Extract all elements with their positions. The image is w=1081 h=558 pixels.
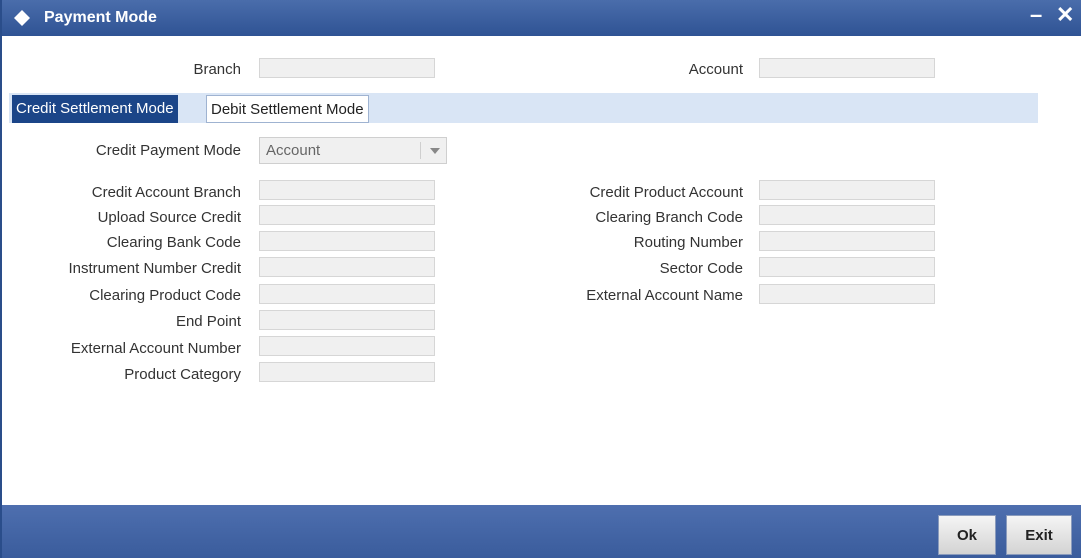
end-point-label: End Point <box>175 313 241 330</box>
clearing-branch-code-input[interactable] <box>759 205 935 225</box>
title-bar: Payment Mode – ✕ <box>2 0 1081 36</box>
credit-payment-mode-value: Account <box>266 142 321 159</box>
clearing-product-code-input[interactable] <box>259 284 435 304</box>
account-label: Account <box>688 61 743 78</box>
end-point-input[interactable] <box>259 310 435 330</box>
clearing-bank-code-input[interactable] <box>259 231 435 251</box>
instrument-number-credit-label: Instrument Number Credit <box>68 260 241 277</box>
external-account-name-label: External Account Name <box>586 287 743 304</box>
product-category-input[interactable] <box>259 362 435 382</box>
tab-credit-settlement-mode[interactable]: Credit Settlement Mode <box>12 95 178 123</box>
routing-number-input[interactable] <box>759 231 935 251</box>
chevron-down-icon <box>430 148 440 154</box>
upload-source-credit-label: Upload Source Credit <box>97 209 241 226</box>
external-account-name-input[interactable] <box>759 284 935 304</box>
footer-bar <box>2 505 1081 558</box>
clearing-branch-code-label: Clearing Branch Code <box>595 209 743 226</box>
instrument-number-credit-input[interactable] <box>259 257 435 277</box>
settlement-tab-bar: Credit Settlement Mode Debit Settlement … <box>9 93 1038 123</box>
product-category-label: Product Category <box>124 366 241 383</box>
tab-debit-settlement-mode[interactable]: Debit Settlement Mode <box>206 95 369 123</box>
account-input[interactable] <box>759 58 935 78</box>
routing-number-label: Routing Number <box>633 234 743 251</box>
minimize-icon[interactable]: – <box>1030 2 1042 28</box>
ok-button[interactable]: Ok <box>938 515 996 555</box>
clearing-bank-code-label: Clearing Bank Code <box>106 234 241 251</box>
external-account-number-label: External Account Number <box>70 340 241 357</box>
credit-payment-mode-label: Credit Payment Mode <box>95 142 241 159</box>
credit-product-account-label: Credit Product Account <box>589 184 743 201</box>
upload-source-credit-input[interactable] <box>259 205 435 225</box>
exit-button[interactable]: Exit <box>1006 515 1072 555</box>
sector-code-label: Sector Code <box>659 260 743 277</box>
branch-input[interactable] <box>259 58 435 78</box>
credit-account-branch-input[interactable] <box>259 180 435 200</box>
credit-product-account-input[interactable] <box>759 180 935 200</box>
close-icon[interactable]: ✕ <box>1056 2 1074 28</box>
window-title: Payment Mode <box>44 9 157 26</box>
credit-account-branch-label: Credit Account Branch <box>91 184 241 201</box>
clearing-product-code-label: Clearing Product Code <box>89 287 241 304</box>
select-divider <box>420 142 421 159</box>
branch-label: Branch <box>193 61 241 78</box>
payment-mode-window: Payment Mode – ✕ Branch Account Credit S… <box>0 0 1081 558</box>
diamond-icon <box>14 10 30 26</box>
sector-code-input[interactable] <box>759 257 935 277</box>
external-account-number-input[interactable] <box>259 336 435 356</box>
credit-payment-mode-select[interactable]: Account <box>259 137 447 164</box>
